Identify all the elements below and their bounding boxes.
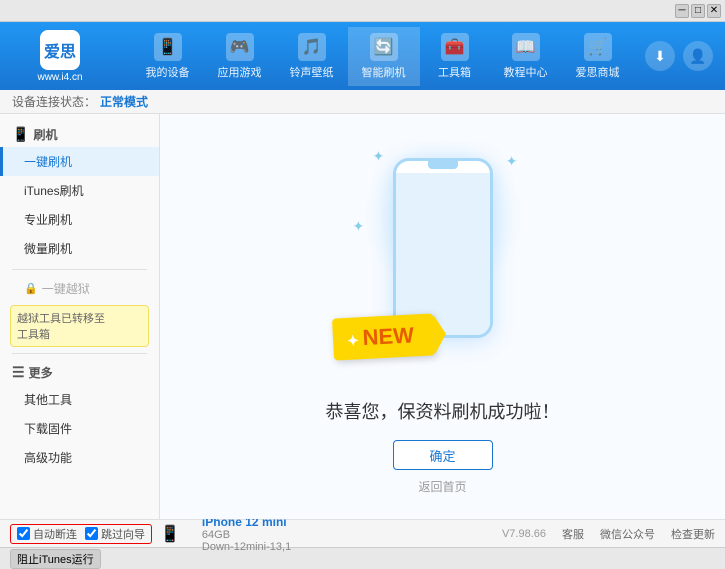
more-section-label: 更多 (29, 364, 53, 381)
new-badge-text: NEW (361, 322, 414, 350)
jailbreak-label: 一键越狱 (42, 280, 90, 297)
nav-item-smart-flash[interactable]: 🔄 智能刷机 (348, 27, 420, 86)
check-update-link[interactable]: 检查更新 (671, 526, 715, 542)
comeback-link[interactable]: 返回首页 (418, 478, 466, 495)
sidebar-item-pro-flash[interactable]: 专业刷机 (0, 205, 159, 234)
skip-wizard-checkbox-label[interactable]: 跳过向导 (85, 526, 145, 542)
nav-item-shop[interactable]: 🛒 爱思商城 (562, 27, 634, 86)
sidebar: 📱 刷机 一键刷机 iTunes刷机 专业刷机 微量刷机 🔒 一键越狱 越狱工具… (0, 114, 160, 519)
sidebar-divider-1 (12, 269, 147, 270)
logo-url: www.i4.cn (37, 72, 82, 83)
my-device-icon: 📱 (154, 33, 182, 61)
sidebar-section-jailbreak: 🔒 一键越狱 (0, 276, 159, 301)
status-label: 设备连接状态： (12, 93, 96, 110)
customer-service-link[interactable]: 客服 (562, 526, 584, 542)
sidebar-section-flash: 📱 刷机 (0, 122, 159, 147)
bottom-left: 自动断连 跳过向导 📱 iPhone 12 mini 64GB Down-12m… (10, 515, 502, 553)
nav-label-shop: 爱思商城 (576, 64, 620, 80)
status-bar: 设备连接状态： 正常模式 (0, 90, 725, 114)
star-1: ✦ (373, 148, 385, 165)
nav-label-smart-flash: 智能刷机 (362, 64, 406, 80)
auto-disconnect-label: 自动断连 (33, 526, 77, 542)
nav-label-tutorials: 教程中心 (504, 64, 548, 80)
nav-item-apps-games[interactable]: 🎮 应用游戏 (204, 27, 276, 86)
sidebar-section-more: ☰ 更多 (0, 360, 159, 385)
new-ribbon: NEW (331, 313, 434, 360)
device-storage: 64GB (202, 529, 291, 541)
nav-items: 📱 我的设备 🎮 应用游戏 🎵 铃声壁纸 🔄 智能刷机 🧰 工具箱 📖 教程中心… (120, 27, 645, 86)
toolbox-icon: 🧰 (441, 33, 469, 61)
minimize-button[interactable]: ─ (675, 4, 689, 18)
wechat-link[interactable]: 微信公众号 (600, 526, 655, 542)
device-icon: 📱 (160, 524, 180, 544)
maximize-button[interactable]: □ (691, 4, 705, 18)
nav-item-tutorials[interactable]: 📖 教程中心 (490, 27, 562, 86)
tutorials-icon: 📖 (512, 33, 540, 61)
nav-item-my-device[interactable]: 📱 我的设备 (132, 27, 204, 86)
nav-label-apps-games: 应用游戏 (218, 64, 262, 80)
user-button[interactable]: 👤 (683, 41, 713, 71)
nav-item-ringtones[interactable]: 🎵 铃声壁纸 (276, 27, 348, 86)
close-button[interactable]: ✕ (707, 4, 721, 18)
jailbreak-notice: 越狱工具已转移至工具箱 (10, 305, 149, 347)
auto-disconnect-checkbox-label[interactable]: 自动断连 (17, 526, 77, 542)
content-area: ✦ ✦ ✦ NEW 恭喜您，保资料刷机成功啦！ 确定 返回首页 (160, 114, 725, 519)
apps-games-icon: 🎮 (226, 33, 254, 61)
flash-section-icon: 📱 (12, 126, 29, 143)
sidebar-divider-2 (12, 353, 147, 354)
main-body: 📱 刷机 一键刷机 iTunes刷机 专业刷机 微量刷机 🔒 一键越狱 越狱工具… (0, 114, 725, 519)
sidebar-item-wipe-flash[interactable]: 微量刷机 (0, 234, 159, 263)
sidebar-item-download-firmware[interactable]: 下载固件 (0, 414, 159, 443)
status-value: 正常模式 (100, 93, 148, 110)
sidebar-item-advanced[interactable]: 高级功能 (0, 443, 159, 472)
logo-area: 爱思 www.i4.cn (0, 30, 120, 83)
checkbox-group: 自动断连 跳过向导 (10, 524, 152, 544)
bottom-bar: 自动断连 跳过向导 📱 iPhone 12 mini 64GB Down-12m… (0, 519, 725, 547)
nav-item-toolbox[interactable]: 🧰 工具箱 (420, 27, 490, 86)
sidebar-item-one-key-flash[interactable]: 一键刷机 (0, 147, 159, 176)
title-bar: ─ □ ✕ (0, 0, 725, 22)
device-model: Down-12mini-13,1 (202, 541, 291, 553)
nav-label-ringtones: 铃声壁纸 (290, 64, 334, 80)
skip-wizard-label: 跳过向导 (101, 526, 145, 542)
download-button[interactable]: ⬇ (645, 41, 675, 71)
more-section-icon: ☰ (12, 364, 25, 381)
nav-label-my-device: 我的设备 (146, 64, 190, 80)
bottom-right: V7.98.66 客服 微信公众号 检查更新 (502, 526, 715, 542)
confirm-button[interactable]: 确定 (393, 440, 493, 470)
lock-icon: 🔒 (24, 282, 38, 295)
logo-text: 爱思 (44, 38, 76, 62)
header: 爱思 www.i4.cn 📱 我的设备 🎮 应用游戏 🎵 铃声壁纸 🔄 智能刷机… (0, 22, 725, 90)
nav-right: ⬇ 👤 (645, 41, 725, 71)
auto-disconnect-checkbox[interactable] (17, 527, 30, 540)
phone-illustration: ✦ ✦ ✦ NEW (343, 138, 543, 378)
ribbon-arrow (432, 314, 446, 355)
version-label: V7.98.66 (502, 528, 546, 540)
phone-notch (428, 161, 458, 169)
smart-flash-icon: 🔄 (370, 33, 398, 61)
success-text: 恭喜您，保资料刷机成功啦！ (326, 398, 560, 424)
star-3: ✦ (353, 218, 365, 235)
nav-label-toolbox: 工具箱 (438, 64, 471, 80)
sidebar-item-itunes-flash[interactable]: iTunes刷机 (0, 176, 159, 205)
sidebar-item-other-tools[interactable]: 其他工具 (0, 385, 159, 414)
skip-wizard-checkbox[interactable] (85, 527, 98, 540)
device-info: iPhone 12 mini 64GB Down-12mini-13,1 (202, 515, 291, 553)
phone-body (393, 158, 493, 338)
ringtones-icon: 🎵 (298, 33, 326, 61)
shop-icon: 🛒 (584, 33, 612, 61)
flash-section-label: 刷机 (33, 126, 57, 143)
itunes-button[interactable]: 阻止iTunes运行 (10, 549, 101, 569)
star-2: ✦ (506, 153, 518, 170)
logo-icon[interactable]: 爱思 (40, 30, 80, 70)
